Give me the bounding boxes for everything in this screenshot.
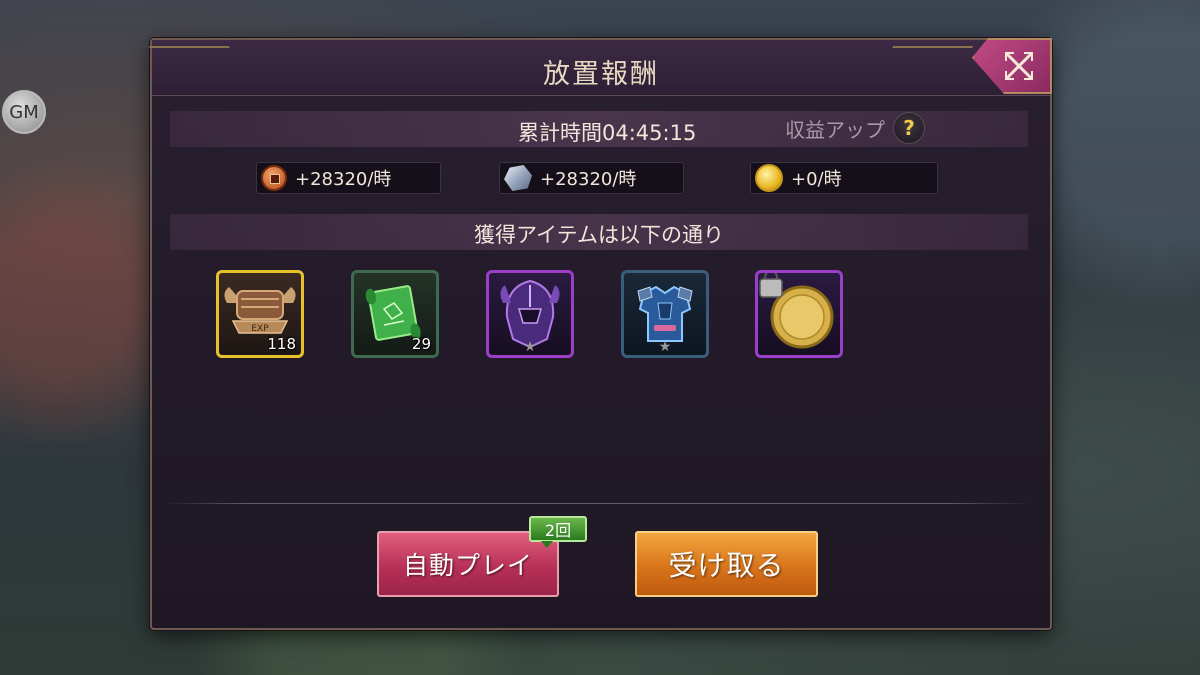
- gm-badge[interactable]: GM: [2, 90, 46, 134]
- close-icon: [1004, 51, 1034, 81]
- items-strip: 獲得アイテムは以下の通り: [170, 214, 1028, 250]
- income-bonus-label: 収益アップ: [785, 117, 885, 142]
- gold-coin-icon: [755, 164, 783, 192]
- auto-play-count-badge: 2回: [529, 516, 587, 548]
- items-header: 獲得アイテムは以下の通り: [474, 223, 724, 247]
- ore-rate: +28320/時: [499, 162, 684, 194]
- locked-gold-medal-icon: [759, 273, 834, 349]
- time-strip: 累計時間04:45:15 収益アップ ?: [170, 111, 1028, 147]
- ore-icon: [504, 165, 532, 191]
- item-gold-medal[interactable]: [755, 270, 843, 358]
- item-quantity: 29: [411, 335, 431, 353]
- item-exp-chest[interactable]: EXP 118: [216, 270, 304, 358]
- receive-button[interactable]: 受け取る: [635, 531, 818, 597]
- copper-coin-icon: [261, 165, 287, 191]
- dialog-title: 放置報酬: [543, 59, 659, 90]
- item-quantity: 118: [267, 335, 296, 353]
- svg-text:EXP: EXP: [251, 324, 269, 334]
- item-armor[interactable]: ★: [621, 270, 709, 358]
- copper-rate-value: +28320/時: [295, 169, 392, 190]
- divider: [162, 503, 1032, 504]
- star-icon: ★: [523, 339, 537, 355]
- title-bar: 放置報酬: [152, 40, 1050, 96]
- star-icon: ★: [658, 339, 672, 355]
- income-bonus[interactable]: 収益アップ ?: [785, 112, 925, 144]
- help-icon[interactable]: ?: [893, 112, 925, 144]
- item-scroll[interactable]: 29: [351, 270, 439, 358]
- ore-rate-value: +28320/時: [540, 169, 637, 190]
- gold-rate: +0/時: [750, 162, 938, 194]
- gold-rate-value: +0/時: [791, 169, 842, 190]
- copper-rate: +28320/時: [256, 162, 441, 194]
- idle-reward-dialog: 放置報酬 累計時間04:45:15 収益アップ ? +28320/時 +2832…: [150, 38, 1052, 630]
- cumulative-time: 累計時間04:45:15: [518, 121, 697, 145]
- item-helmet[interactable]: ★: [486, 270, 574, 358]
